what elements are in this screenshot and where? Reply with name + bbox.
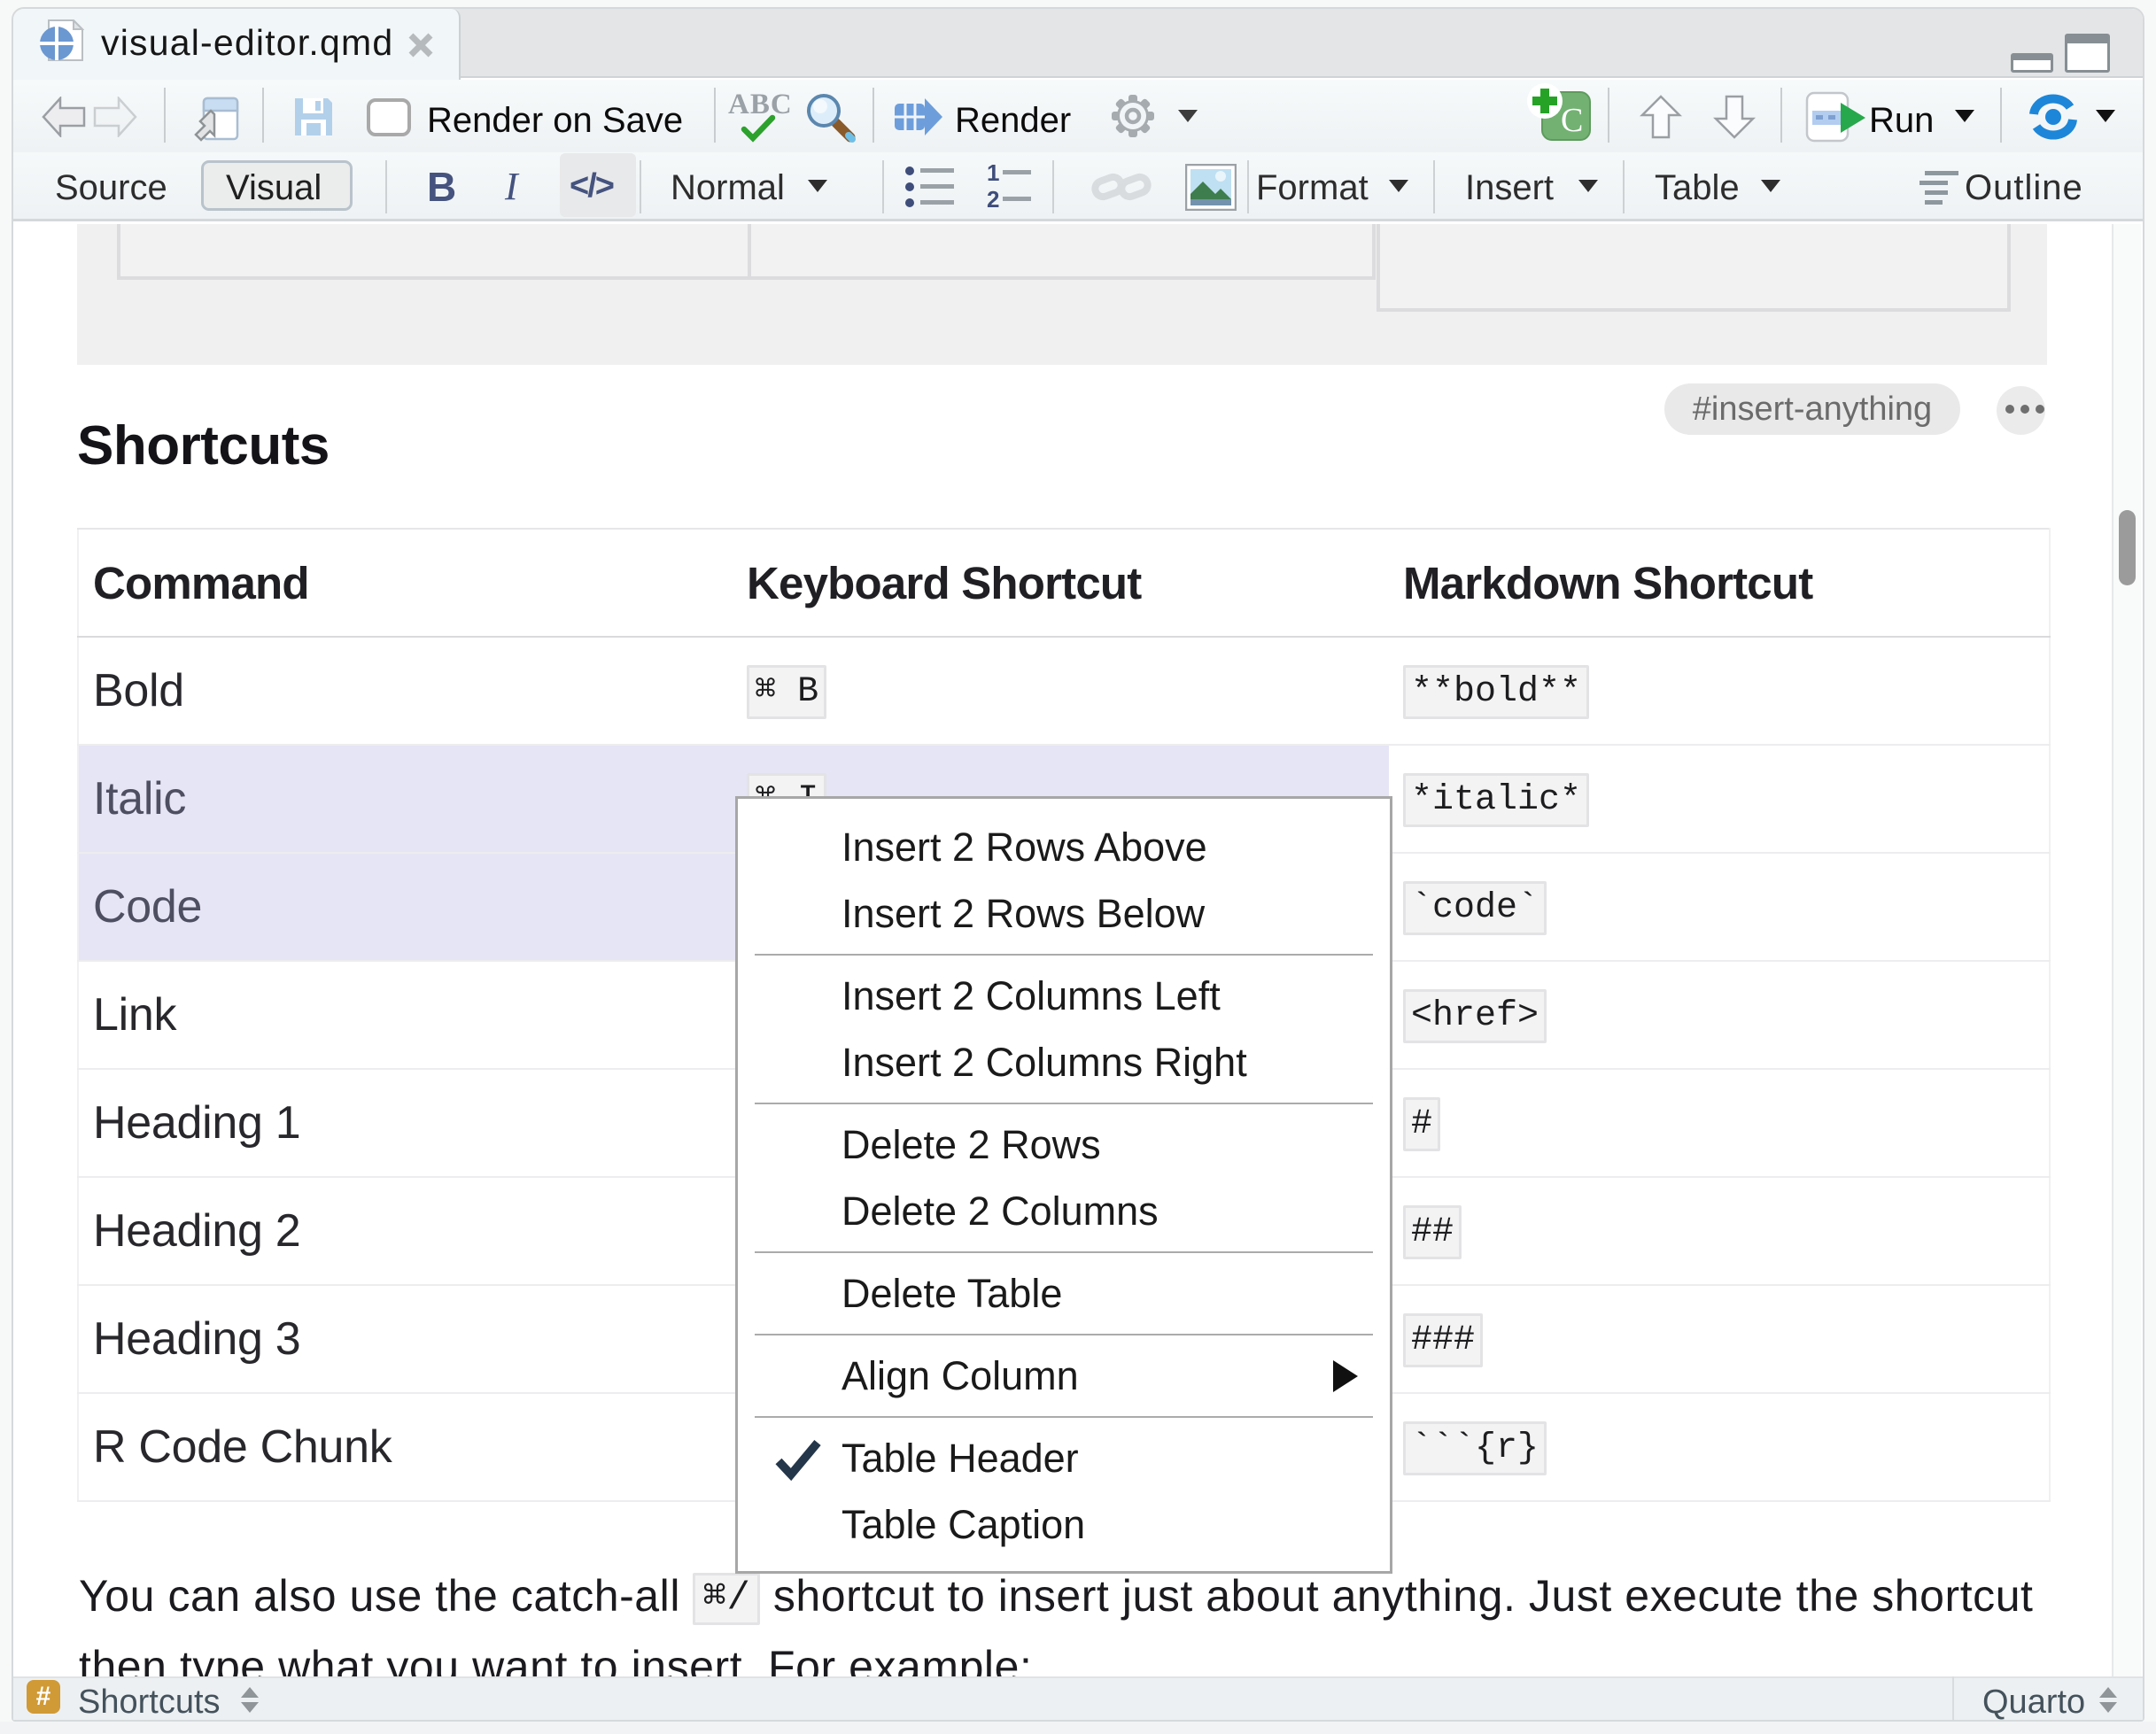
svg-text:2: 2 (987, 186, 999, 211)
svg-text:1: 1 (987, 163, 999, 186)
